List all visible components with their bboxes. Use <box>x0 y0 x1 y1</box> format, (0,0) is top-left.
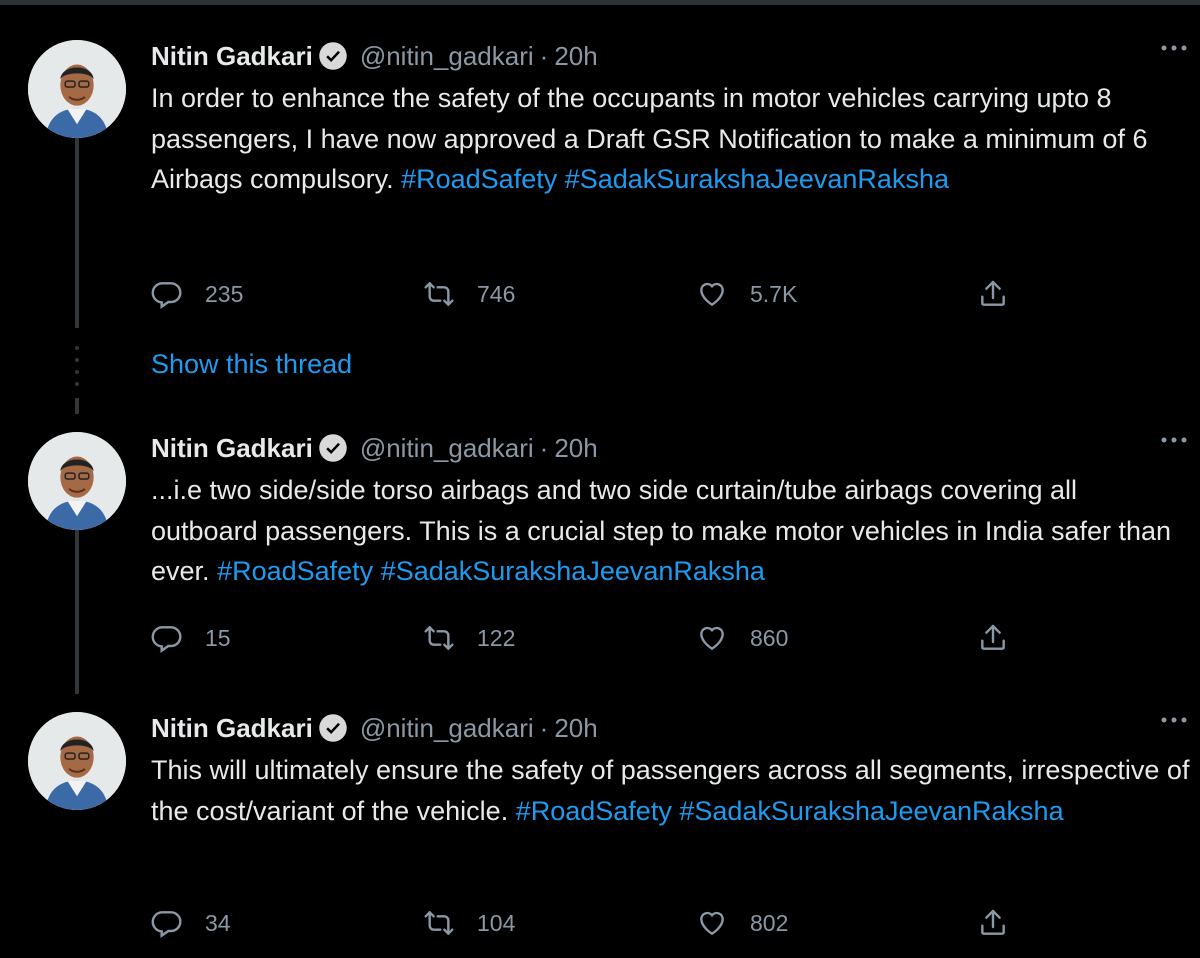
author-name[interactable]: Nitin Gadkari <box>151 433 313 464</box>
timestamp[interactable]: 20h <box>554 433 597 464</box>
top-divider <box>0 0 1200 5</box>
hashtag-link[interactable]: #SadakSurakshaJeevanRaksha <box>381 556 765 586</box>
separator: · <box>539 40 549 71</box>
share-icon <box>977 907 1009 939</box>
retweet-button[interactable]: 104 <box>423 905 515 941</box>
hashtag-link[interactable]: #RoadSafety <box>401 164 557 194</box>
tweet-text: ...i.e two side/side torso airbags and t… <box>151 470 1191 592</box>
more-options-icon <box>1159 435 1189 445</box>
more-options-button[interactable] <box>1156 34 1192 62</box>
reply-count: 15 <box>205 624 231 651</box>
hashtag-link[interactable]: #RoadSafety <box>217 556 373 586</box>
reply-button[interactable]: 235 <box>151 276 243 312</box>
verified-badge-icon <box>318 41 348 71</box>
reply-icon <box>151 278 183 310</box>
tweet-header: Nitin Gadkari @nitin_gadkari · 20h <box>151 36 1191 76</box>
share-button[interactable] <box>977 620 1009 656</box>
retweet-count: 122 <box>477 624 516 651</box>
reply-icon <box>151 907 183 939</box>
retweet-count: 746 <box>477 280 516 307</box>
hashtag-link[interactable]: #SadakSurakshaJeevanRaksha <box>565 164 949 194</box>
more-options-icon <box>1159 715 1189 725</box>
thread-line <box>75 528 79 694</box>
retweet-icon <box>423 278 455 310</box>
hashtag-link[interactable]: #SadakSurakshaJeevanRaksha <box>679 796 1063 826</box>
reply-count: 235 <box>205 280 244 307</box>
like-count: 5.7K <box>750 280 798 307</box>
share-button[interactable] <box>977 276 1009 312</box>
share-button[interactable] <box>977 905 1009 941</box>
timestamp[interactable]: 20h <box>554 41 597 72</box>
like-count: 860 <box>750 624 789 651</box>
separator: · <box>539 712 549 743</box>
like-button[interactable]: 802 <box>696 905 788 941</box>
share-icon <box>977 622 1009 654</box>
more-options-button[interactable] <box>1156 706 1192 734</box>
thread-dots[interactable] <box>75 346 79 386</box>
more-options-icon <box>1159 43 1189 53</box>
heart-icon <box>696 907 728 939</box>
thread-line <box>75 138 79 328</box>
author-handle[interactable]: @nitin_gadkari <box>360 433 534 464</box>
author-handle[interactable]: @nitin_gadkari <box>360 713 534 744</box>
tweet-actions: 34 104 802 <box>151 905 1191 941</box>
retweet-button[interactable]: 746 <box>423 276 515 312</box>
avatar[interactable] <box>28 40 126 138</box>
tweet-actions: 235 746 5.7K <box>151 276 1191 312</box>
separator: · <box>539 432 549 463</box>
timestamp[interactable]: 20h <box>554 713 597 744</box>
reply-icon <box>151 622 183 654</box>
like-count: 802 <box>750 909 789 936</box>
tweet-text: In order to enhance the safety of the oc… <box>151 78 1191 200</box>
retweet-icon <box>423 622 455 654</box>
avatar[interactable] <box>28 432 126 530</box>
retweet-button[interactable]: 122 <box>423 620 515 656</box>
author-name[interactable]: Nitin Gadkari <box>151 713 313 744</box>
tweet-header: Nitin Gadkari @nitin_gadkari · 20h <box>151 708 1191 748</box>
like-button[interactable]: 5.7K <box>696 276 797 312</box>
retweet-count: 104 <box>477 909 516 936</box>
author-handle[interactable]: @nitin_gadkari <box>360 41 534 72</box>
verified-badge-icon <box>318 433 348 463</box>
author-name[interactable]: Nitin Gadkari <box>151 41 313 72</box>
reply-button[interactable]: 34 <box>151 905 231 941</box>
retweet-icon <box>423 907 455 939</box>
share-icon <box>977 278 1009 310</box>
hashtag-link[interactable]: #RoadSafety <box>516 796 672 826</box>
reply-button[interactable]: 15 <box>151 620 231 656</box>
tweet-actions: 15 122 860 <box>151 620 1191 656</box>
tweet-text: This will ultimately ensure the safety o… <box>151 750 1191 831</box>
show-this-thread-link[interactable]: Show this thread <box>151 346 352 382</box>
more-options-button[interactable] <box>1156 426 1192 454</box>
reply-count: 34 <box>205 909 231 936</box>
verified-badge-icon <box>318 713 348 743</box>
like-button[interactable]: 860 <box>696 620 788 656</box>
thread-line <box>75 398 79 414</box>
heart-icon <box>696 622 728 654</box>
tweet-header: Nitin Gadkari @nitin_gadkari · 20h <box>151 428 1191 468</box>
heart-icon <box>696 278 728 310</box>
avatar[interactable] <box>28 712 126 810</box>
